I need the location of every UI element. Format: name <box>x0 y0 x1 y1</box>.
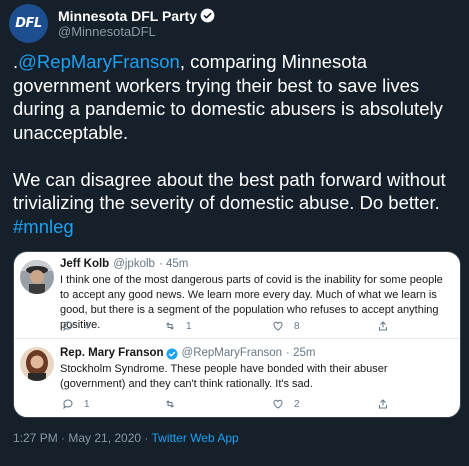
tweet-source-link[interactable]: Twitter Web App <box>152 431 239 445</box>
quoted-screenshot[interactable]: Jeff Kolb @jpkolb · 45m I think one of t… <box>13 251 461 418</box>
like-button[interactable]: 2 <box>272 398 300 410</box>
reply-count: 1 <box>84 398 90 410</box>
like-button[interactable]: 8 <box>272 320 300 332</box>
avatar-mary-icon <box>20 347 54 381</box>
reply-body: Rep. Mary Franson @RepMaryFranson · 25m … <box>60 346 454 392</box>
heart-icon <box>273 321 283 331</box>
verified-badge-icon <box>166 348 178 359</box>
reply-header: Rep. Mary Franson @RepMaryFranson · 25m <box>60 346 454 361</box>
reply-author-handle[interactable]: @RepMaryFranson <box>182 346 283 361</box>
display-name[interactable]: Minnesota DFL Party <box>58 8 197 24</box>
retweet-count: 1 <box>186 320 192 332</box>
avatar <box>20 260 54 294</box>
like-count: 2 <box>294 398 300 410</box>
reply-time: · 25m <box>286 347 316 359</box>
verified-badge-icon <box>200 8 215 23</box>
heart-icon <box>273 399 283 409</box>
reply-actions: 4 1 8 <box>60 320 460 334</box>
avatar[interactable]: DFL <box>9 4 48 43</box>
tweet-header: DFL Minnesota DFL Party @MinnesotaDFL <box>9 4 215 43</box>
display-name-row[interactable]: Minnesota DFL Party <box>58 8 215 24</box>
tweet-body: , comparing Minnesota government workers… <box>13 51 446 213</box>
account-handle[interactable]: @MinnesotaDFL <box>58 24 215 40</box>
retweet-icon <box>166 400 174 408</box>
share-icon <box>379 321 387 331</box>
avatar-jeff-icon <box>20 260 54 294</box>
mention-link[interactable]: @RepMaryFranson <box>18 51 180 72</box>
avatar <box>20 347 54 381</box>
list-item: Jeff Kolb @jpkolb · 45m I think one of t… <box>14 252 460 337</box>
retweet-button[interactable]: 1 <box>164 320 192 332</box>
retweet-icon <box>166 322 174 330</box>
tweet-timestamp[interactable]: 1:27 PM · May 21, 2020 · <box>13 431 152 445</box>
reply-time: · 45m <box>158 258 189 270</box>
share-button[interactable] <box>377 398 389 410</box>
reply-actions: 1 2 <box>60 398 460 412</box>
comment-icon <box>63 321 73 332</box>
reply-button[interactable]: 1 <box>62 398 90 410</box>
reply-count: 4 <box>84 320 90 332</box>
avatar-logo-text: DFL <box>15 16 42 31</box>
reply-header: Jeff Kolb @jpkolb · 45m <box>60 257 454 272</box>
author-names: Minnesota DFL Party @MinnesotaDFL <box>58 8 215 40</box>
like-count: 8 <box>294 320 300 332</box>
hashtag-link[interactable]: #mnleg <box>13 216 74 237</box>
tweet-footer: 1:27 PM · May 21, 2020 · Twitter Web App <box>13 431 239 445</box>
retweet-button[interactable] <box>164 398 186 410</box>
tweet-text: .@RepMaryFranson, comparing Minnesota go… <box>13 50 461 238</box>
share-button[interactable] <box>377 320 389 332</box>
reply-author-name[interactable]: Rep. Mary Franson <box>60 346 164 361</box>
list-item: Rep. Mary Franson @RepMaryFranson · 25m … <box>14 339 460 417</box>
reply-author-name[interactable]: Jeff Kolb <box>60 257 109 272</box>
reply-text: Stockholm Syndrome. These people have bo… <box>60 363 388 390</box>
share-icon <box>379 399 387 409</box>
reply-button[interactable]: 4 <box>62 320 90 332</box>
reply-author-handle[interactable]: @jpkolb <box>113 257 155 272</box>
comment-icon <box>63 399 73 410</box>
